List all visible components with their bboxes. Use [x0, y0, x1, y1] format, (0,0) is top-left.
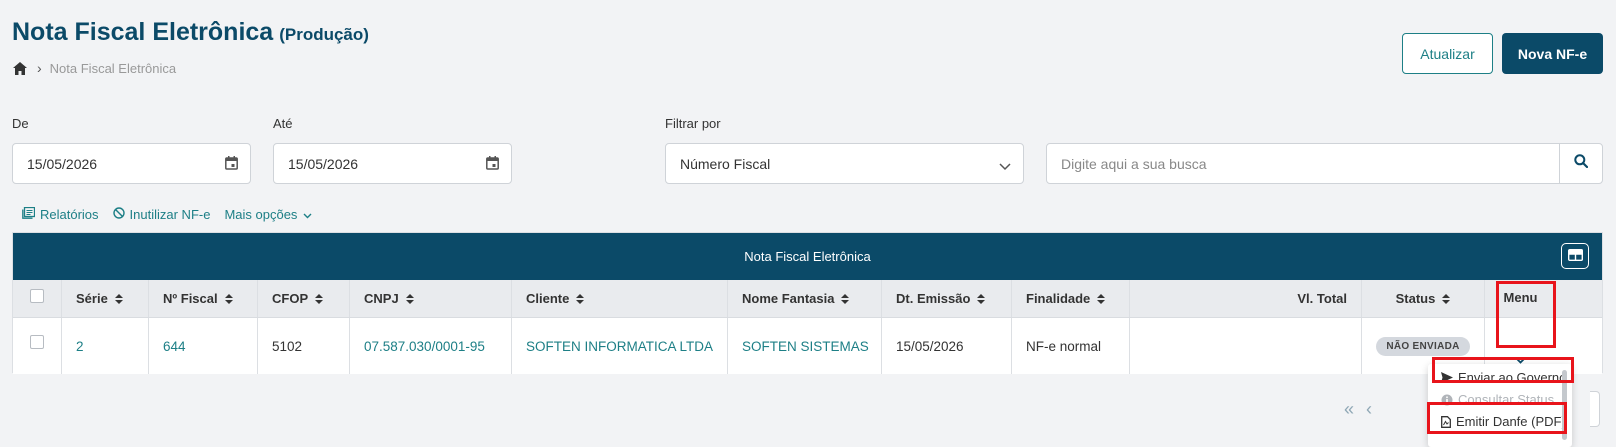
- select-all-checkbox[interactable]: [30, 289, 44, 303]
- cell-cliente[interactable]: SOFTEN INFORMATICA LTDA: [511, 318, 727, 374]
- table-row[interactable]: 2 644 5102 07.587.030/0001-95 SOFTEN INF…: [13, 318, 1602, 374]
- table-icon: [1567, 248, 1583, 264]
- search-input[interactable]: Digite aqui a sua busca: [1046, 143, 1560, 184]
- sort-icon: [405, 293, 414, 304]
- col-status-label: Status: [1395, 291, 1436, 306]
- sort-icon: [576, 293, 585, 304]
- block-icon: [112, 207, 130, 222]
- select-all-cell: [13, 280, 61, 317]
- environment-label: (Produção): [279, 25, 369, 44]
- reports-label: Relatórios: [40, 207, 99, 222]
- from-date-value: 15/05/2026: [27, 155, 98, 172]
- col-status[interactable]: Status: [1361, 280, 1484, 317]
- search-button[interactable]: [1559, 143, 1603, 184]
- from-date-input[interactable]: 15/05/2026: [12, 143, 251, 184]
- col-total[interactable]: Vl. Total: [1129, 280, 1361, 317]
- col-serie-label: Série: [76, 291, 108, 306]
- col-numero[interactable]: Nº Fiscal: [148, 280, 257, 317]
- status-badge: NÃO ENVIADA: [1376, 336, 1470, 356]
- to-date-input[interactable]: 15/05/2026: [273, 143, 512, 184]
- search-icon: [1574, 154, 1589, 173]
- col-emissao[interactable]: Dt. Emissão: [881, 280, 1011, 317]
- more-options-link[interactable]: Mais opções: [224, 207, 317, 222]
- calendar-icon[interactable]: [225, 156, 238, 173]
- cell-total: [1129, 318, 1361, 374]
- cell-finalidade: NF-e normal: [1011, 318, 1129, 374]
- new-nfe-button[interactable]: Nova NF-e: [1502, 33, 1603, 74]
- cell-emissao: 15/05/2026: [881, 318, 1011, 374]
- sort-icon: [224, 293, 233, 304]
- sort-icon: [315, 293, 324, 304]
- cell-cnpj[interactable]: 07.587.030/0001-95: [349, 318, 511, 374]
- col-cfop[interactable]: CFOP: [257, 280, 349, 317]
- filter-by-label: Filtrar por: [665, 116, 721, 131]
- col-fantasia[interactable]: Nome Fantasia: [727, 280, 881, 317]
- cell-cfop: 5102: [257, 318, 349, 374]
- chevron-down-icon: [999, 158, 1011, 174]
- send-highlight-box: [1432, 357, 1574, 383]
- cell-fantasia[interactable]: SOFTEN SISTEMAS: [727, 318, 881, 374]
- more-options-label: Mais opções: [224, 207, 298, 222]
- column-chooser-button[interactable]: [1561, 243, 1589, 269]
- filter-by-select[interactable]: Número Fiscal: [665, 143, 1024, 184]
- sort-icon: [1097, 293, 1106, 304]
- action-bar: Relatórios Inutilizar NF-e Mais opções: [22, 206, 331, 222]
- menu-highlight-box: [1496, 281, 1556, 348]
- search-placeholder: Digite aqui a sua busca: [1061, 155, 1207, 172]
- col-finalidade-label: Finalidade: [1026, 291, 1091, 306]
- disable-nfe-link[interactable]: Inutilizar NF-e: [112, 207, 211, 222]
- col-serie[interactable]: Série: [61, 280, 148, 317]
- calendar-icon[interactable]: [486, 156, 499, 173]
- page-size-select[interactable]: [1590, 391, 1600, 427]
- breadcrumb-item[interactable]: Nota Fiscal Eletrônica: [50, 61, 176, 76]
- disable-nfe-label: Inutilizar NF-e: [129, 207, 211, 222]
- col-cnpj-label: CNPJ: [364, 291, 399, 306]
- col-cliente[interactable]: Cliente: [511, 280, 727, 317]
- danfe-highlight-box: [1427, 402, 1567, 434]
- pager: « ‹: [1344, 399, 1372, 420]
- row-checkbox[interactable]: [30, 335, 44, 349]
- refresh-button[interactable]: Atualizar: [1402, 33, 1493, 74]
- to-date-value: 15/05/2026: [288, 155, 359, 172]
- from-date-label: De: [12, 116, 29, 131]
- prev-page-icon[interactable]: ‹: [1366, 399, 1372, 420]
- cell-numero[interactable]: 644: [148, 318, 257, 374]
- col-cnpj[interactable]: CNPJ: [349, 280, 511, 317]
- chevron-right-icon: ›: [37, 60, 42, 76]
- page-title: Nota Fiscal Eletrônica (Produção): [12, 18, 369, 47]
- col-cfop-label: CFOP: [272, 291, 309, 306]
- page-title-text: Nota Fiscal Eletrônica: [12, 18, 274, 46]
- home-icon[interactable]: [13, 61, 27, 75]
- sort-icon: [841, 293, 850, 304]
- grid-header: Nota Fiscal Eletrônica: [13, 233, 1602, 280]
- col-total-label: Vl. Total: [1297, 291, 1347, 306]
- col-cliente-label: Cliente: [526, 291, 570, 306]
- breadcrumb: › Nota Fiscal Eletrônica: [13, 60, 176, 76]
- col-emissao-label: Dt. Emissão: [896, 291, 971, 306]
- column-headers: Série Nº Fiscal CFOP CNPJ Cliente Nome F…: [13, 280, 1602, 318]
- cell-serie[interactable]: 2: [61, 318, 148, 374]
- grid-title: Nota Fiscal Eletrônica: [744, 249, 871, 264]
- col-fantasia-label: Nome Fantasia: [742, 291, 835, 306]
- row-select-cell: [13, 318, 61, 374]
- col-finalidade[interactable]: Finalidade: [1011, 280, 1129, 317]
- col-numero-label: Nº Fiscal: [163, 291, 218, 306]
- reports-icon: [22, 206, 40, 222]
- sort-icon: [114, 293, 123, 304]
- chevron-down-icon: [303, 207, 317, 222]
- filter-by-value: Número Fiscal: [680, 155, 771, 172]
- sort-icon: [977, 293, 986, 304]
- reports-link[interactable]: Relatórios: [22, 206, 99, 222]
- to-date-label: Até: [273, 116, 293, 131]
- sort-icon: [1442, 293, 1451, 304]
- nfe-grid: Nota Fiscal Eletrônica Série Nº Fiscal C…: [12, 232, 1603, 374]
- first-page-icon[interactable]: «: [1344, 399, 1354, 420]
